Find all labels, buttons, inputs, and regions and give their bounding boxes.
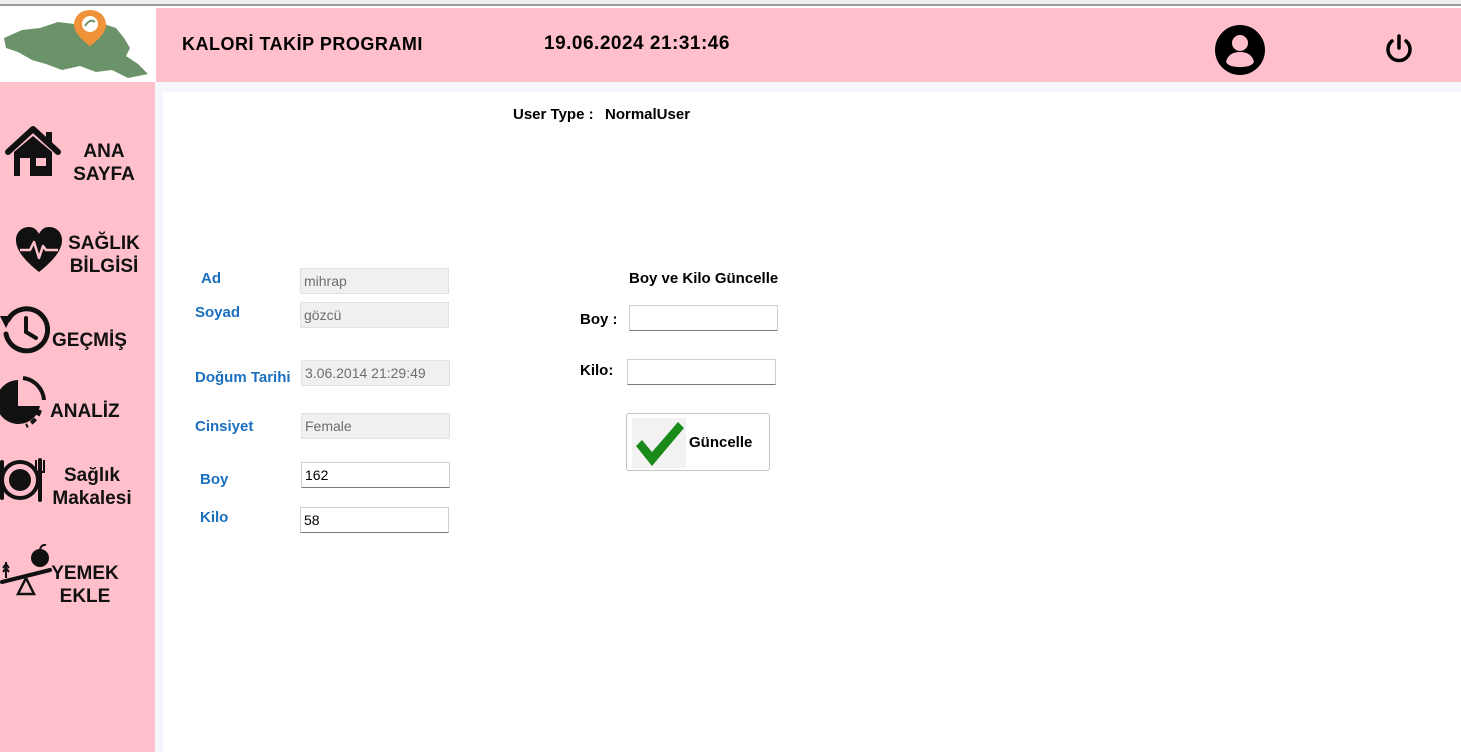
power-icon (1386, 34, 1412, 63)
seesaw-scale-icon (0, 544, 52, 596)
user-type-value: NormalUser (605, 106, 691, 123)
cinsiyet-label: Cinsiyet (195, 418, 254, 435)
sidebar-item-saglik-bilgisi[interactable]: SAĞLIK BİLGİSİ (0, 222, 155, 280)
history-icon (0, 306, 50, 354)
user-profile-button[interactable] (1214, 24, 1266, 76)
soyad-label: Soyad (195, 304, 241, 321)
sidebar-item-analiz[interactable]: ANALİZ (0, 376, 155, 432)
home-icon (5, 126, 61, 176)
guncelle-button[interactable]: Güncelle (626, 413, 770, 471)
sidebar-item-label: YEMEK EKLE (51, 563, 119, 607)
logout-button[interactable] (1382, 32, 1416, 66)
sidebar-item-gecmis[interactable]: GEÇMİŞ (0, 304, 155, 356)
sidebar-item-yemek-ekle[interactable]: YEMEK EKLE (0, 544, 155, 607)
sidebar-item-saglik-makalesi[interactable]: Sağlık Makalesi (0, 456, 155, 514)
ad-field[interactable] (300, 268, 449, 294)
update-kilo-input[interactable] (627, 359, 776, 385)
header-bar: KALORİ TAKİP PROGRAMI 19.06.2024 21:31:4… (156, 8, 1461, 82)
user-circle-icon (1215, 25, 1265, 75)
sidebar-item-label: Sağlık Makalesi (52, 465, 132, 509)
panel-divider (155, 82, 163, 752)
pie-chart-icon (0, 376, 46, 428)
sidebar-item-label: ANA SAYFA (73, 141, 135, 185)
app-title: KALORİ TAKİP PROGRAMI (182, 34, 423, 54)
cinsiyet-field[interactable] (301, 413, 450, 439)
plate-icon (0, 458, 45, 502)
user-type-label: User Type : (513, 106, 594, 123)
current-datetime: 19.06.2024 21:31:46 (544, 33, 730, 54)
guncelle-button-label: Güncelle (689, 434, 753, 451)
checkmark-icon (632, 418, 686, 468)
sidebar-item-label: GEÇMİŞ (52, 330, 127, 351)
update-boy-input[interactable] (629, 305, 778, 331)
kilo-field[interactable] (300, 507, 449, 533)
update-section-title: Boy ve Kilo Güncelle (629, 270, 779, 287)
map-pin-logo-icon (4, 10, 148, 78)
sidebar-item-label: ANALİZ (50, 401, 120, 422)
boy-field[interactable] (301, 462, 450, 488)
update-boy-label: Boy : (580, 311, 618, 328)
soyad-field[interactable] (300, 302, 449, 328)
kilo-label: Kilo (200, 509, 229, 526)
boy-label: Boy (200, 471, 229, 488)
heart-pulse-icon (16, 227, 62, 272)
dogum-tarihi-field[interactable] (301, 360, 450, 386)
ad-label: Ad (201, 270, 221, 287)
dogum-tarihi-label: Doğum Tarihi (195, 369, 291, 386)
update-kilo-label: Kilo: (580, 362, 614, 379)
panel-divider (155, 82, 1461, 92)
sidebar: ANA SAYFA SAĞLIK BİLGİSİ GEÇMİŞ ANALİZ S… (0, 82, 155, 752)
logo (0, 8, 156, 80)
sidebar-item-label: SAĞLIK BİLGİSİ (68, 233, 140, 277)
window-top-edge (0, 0, 1461, 6)
sidebar-item-ana-sayfa[interactable]: ANA SAYFA (0, 122, 155, 186)
